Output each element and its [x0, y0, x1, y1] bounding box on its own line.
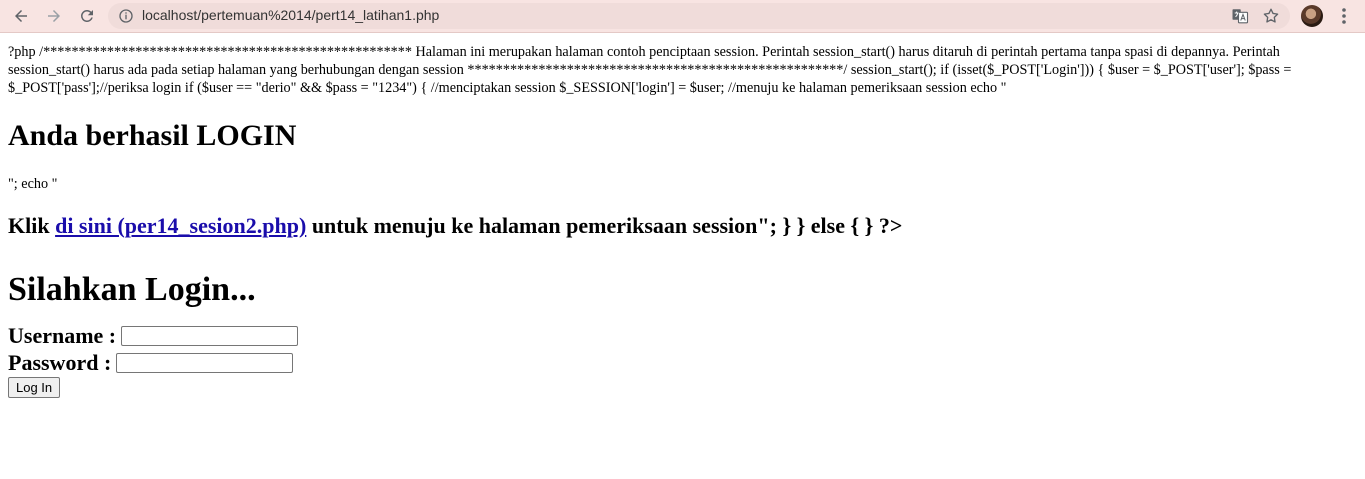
- klik-suffix: untuk menuju ke halaman pemeriksaan sess…: [306, 213, 903, 238]
- success-heading: Anda berhasil LOGIN: [8, 119, 297, 152]
- address-bar[interactable]: localhost/pertemuan%2014/pert14_latihan1…: [108, 3, 1290, 29]
- bookmark-star-icon[interactable]: [1262, 7, 1280, 25]
- forward-button[interactable]: [41, 4, 67, 28]
- login-button[interactable]: Log In: [8, 377, 61, 398]
- translate-icon[interactable]: [1231, 7, 1249, 25]
- login-form: Username : Password : Log In: [8, 323, 1348, 398]
- url-text[interactable]: localhost/pertemuan%2014/pert14_latihan1…: [142, 7, 439, 23]
- username-input[interactable]: [121, 326, 299, 346]
- arrow-right-icon: [48, 10, 60, 22]
- username-row: Username :: [8, 323, 1348, 349]
- back-button[interactable]: [8, 4, 34, 28]
- klik-line: Klik di sini (per14_sesion2.php) untuk m…: [8, 213, 1348, 239]
- password-row: Password :: [8, 350, 1348, 376]
- password-input[interactable]: [116, 353, 294, 373]
- reload-button[interactable]: [74, 4, 100, 28]
- page-content: ?php /**********************************…: [8, 43, 1348, 398]
- reload-icon: [80, 9, 93, 22]
- browser-toolbar: localhost/pertemuan%2014/pert14_latihan1…: [0, 0, 1365, 33]
- php-source-text: ?php /**********************************…: [8, 44, 1292, 96]
- info-icon[interactable]: [118, 8, 134, 24]
- session-link[interactable]: di sini (per14_sesion2.php): [55, 213, 306, 238]
- profile-avatar[interactable]: [1301, 5, 1323, 27]
- echo-text: "; echo ": [8, 176, 58, 192]
- password-label: Password :: [8, 350, 112, 375]
- login-heading: Silahkan Login...: [8, 271, 256, 308]
- klik-prefix: Klik: [8, 213, 56, 238]
- arrow-left-icon: [15, 10, 27, 22]
- menu-dots-icon[interactable]: [1336, 6, 1352, 26]
- username-label: Username :: [8, 323, 117, 348]
